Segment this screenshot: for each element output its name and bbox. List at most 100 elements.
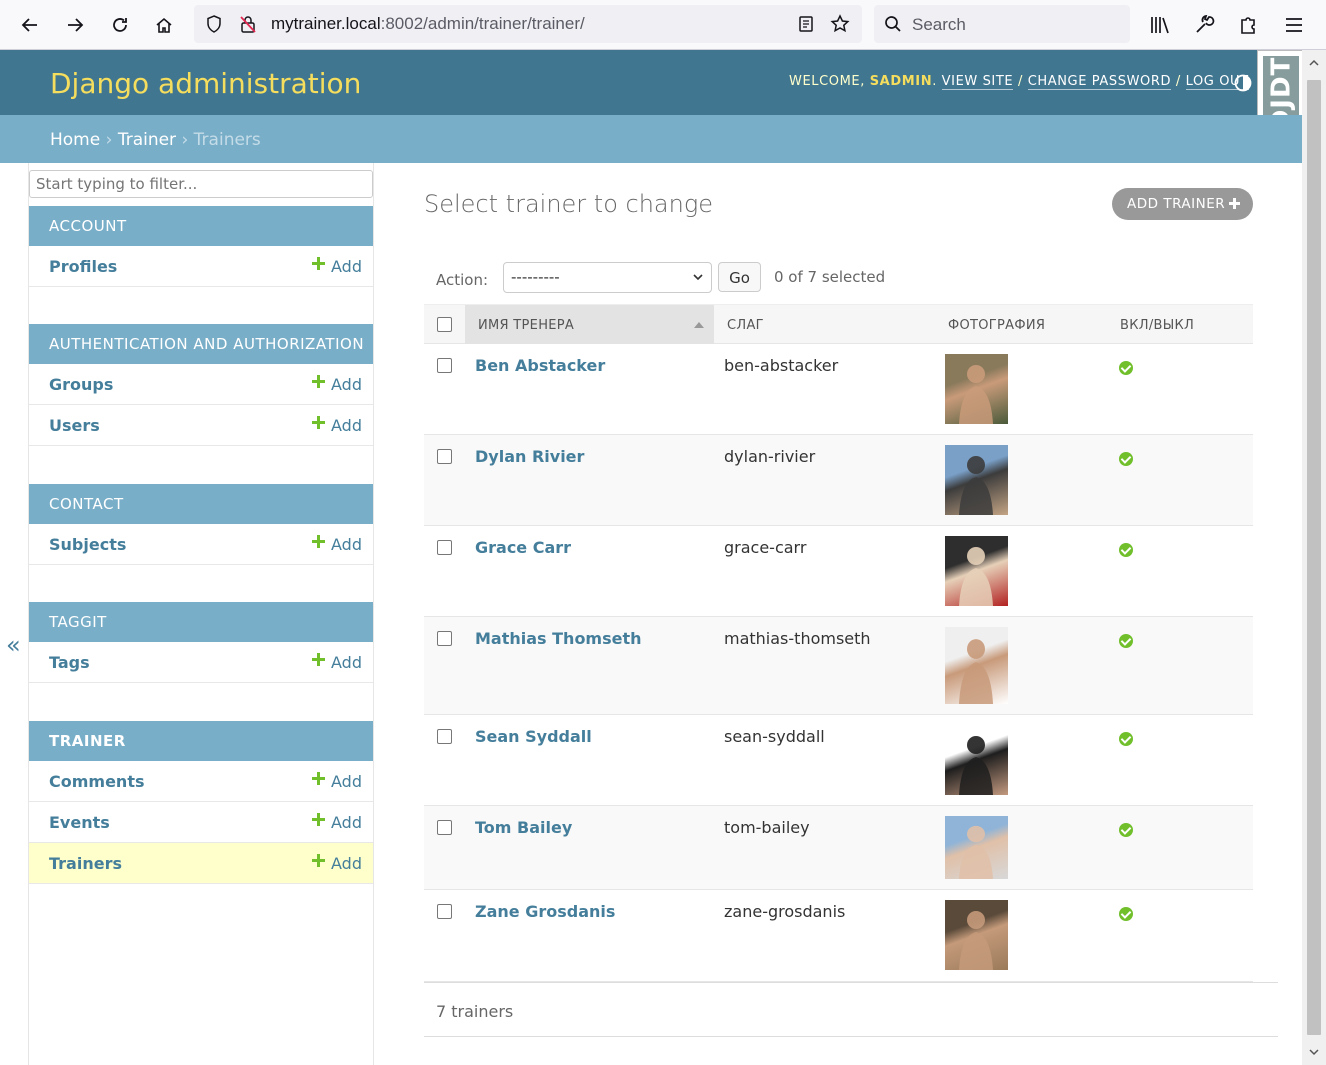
app-caption[interactable]: Taggit xyxy=(29,602,373,642)
sidebar-item-label[interactable]: Groups xyxy=(49,375,113,394)
home-icon[interactable] xyxy=(148,9,180,41)
browser-search-bar[interactable]: Search xyxy=(874,5,1130,43)
active-yes-icon xyxy=(1119,361,1133,375)
column-header-active: Вкл/Выкл xyxy=(1120,318,1195,333)
shield-icon[interactable] xyxy=(204,14,224,34)
action-select-value: --------- xyxy=(511,268,560,286)
search-icon xyxy=(885,16,901,32)
sidebar-add-link[interactable]: Add xyxy=(312,416,362,435)
row-select-checkbox[interactable] xyxy=(437,904,452,919)
view-site-link[interactable]: View site xyxy=(941,74,1014,90)
add-label: Add xyxy=(331,813,362,832)
sidebar-item-profiles[interactable]: Profiles Add xyxy=(29,246,373,287)
trainer-photo xyxy=(945,354,1008,424)
active-yes-icon xyxy=(1119,732,1133,746)
row-select-checkbox[interactable] xyxy=(437,449,452,464)
collapse-sidebar-icon[interactable]: « xyxy=(6,631,21,659)
app-caption[interactable]: Trainer xyxy=(29,721,373,761)
row-select-checkbox[interactable] xyxy=(437,358,452,373)
trainer-slug: zane-grosdanis xyxy=(724,902,846,921)
sidebar-item-label[interactable]: Users xyxy=(49,416,100,435)
row-select-checkbox[interactable] xyxy=(437,540,452,555)
forward-arrow-icon[interactable] xyxy=(59,9,91,41)
url-text[interactable]: mytrainer.local:8002/admin/trainer/train… xyxy=(271,14,585,34)
site-branding[interactable]: Django administration xyxy=(50,67,361,100)
scroll-down-icon[interactable] xyxy=(1309,1047,1319,1057)
scroll-up-icon[interactable] xyxy=(1309,58,1319,68)
sidebar-add-link[interactable]: Add xyxy=(312,854,362,873)
search-placeholder: Search xyxy=(912,15,966,34)
sidebar-item-events[interactable]: Events Add xyxy=(29,802,373,843)
sidebar-item-comments[interactable]: Comments Add xyxy=(29,761,373,802)
trainer-name-link[interactable]: Dylan Rivier xyxy=(475,447,584,466)
insecure-lock-icon[interactable] xyxy=(238,14,258,34)
sidebar-item-label[interactable]: Trainers xyxy=(49,854,122,873)
active-yes-icon xyxy=(1119,823,1133,837)
scrollbar-thumb[interactable] xyxy=(1307,80,1321,1035)
trainer-name-link[interactable]: Zane Grosdanis xyxy=(475,902,615,921)
breadcrumb-home[interactable]: Home xyxy=(50,130,100,150)
sidebar-item-trainers[interactable]: Trainers Add xyxy=(29,843,373,884)
sidebar-item-label[interactable]: Tags xyxy=(49,653,90,672)
column-header-name[interactable]: Имя тренера xyxy=(478,318,574,333)
app-caption[interactable]: Account xyxy=(29,206,373,246)
sidebar-item-tags[interactable]: Tags Add xyxy=(29,642,373,683)
sidebar-filter-input[interactable] xyxy=(29,170,373,198)
sort-ascending-icon[interactable] xyxy=(694,322,704,328)
page-title: Select trainer to change xyxy=(424,190,714,218)
nav-sidebar: Account Profiles Add Authentication and Aut… xyxy=(28,163,374,1065)
bookmark-star-icon[interactable] xyxy=(830,14,850,34)
library-icon[interactable] xyxy=(1147,12,1173,38)
trainer-photo xyxy=(945,536,1008,606)
add-trainer-button[interactable]: Add trainer xyxy=(1112,188,1253,220)
column-header-photo: Фотография xyxy=(948,318,1046,333)
go-button[interactable]: Go xyxy=(718,262,761,292)
trainer-name-link[interactable]: Tom Bailey xyxy=(475,818,572,837)
address-bar[interactable]: mytrainer.local:8002/admin/trainer/train… xyxy=(194,5,862,43)
sidebar-item-label[interactable]: Comments xyxy=(49,772,145,791)
sidebar-add-link[interactable]: Add xyxy=(312,375,362,394)
sidebar-item-label[interactable]: Profiles xyxy=(49,257,117,276)
extensions-icon[interactable] xyxy=(1236,12,1262,38)
trainer-name-link[interactable]: Grace Carr xyxy=(475,538,571,557)
row-select-checkbox[interactable] xyxy=(437,820,452,835)
hamburger-menu-icon[interactable] xyxy=(1281,12,1307,38)
page-scrollbar[interactable] xyxy=(1302,50,1326,1065)
wrench-icon[interactable] xyxy=(1191,12,1217,38)
sidebar-item-label[interactable]: Events xyxy=(49,813,110,832)
url-path: :8002/admin/trainer/trainer/ xyxy=(380,14,585,33)
app-caption[interactable]: Contact xyxy=(29,484,373,524)
sidebar-add-link[interactable]: Add xyxy=(312,535,362,554)
sidebar-item-users[interactable]: Users Add xyxy=(29,405,373,446)
trainer-name-link[interactable]: Mathias Thomseth xyxy=(475,629,642,648)
sidebar-add-link[interactable]: Add xyxy=(312,772,362,791)
trainer-name-link[interactable]: Ben Abstacker xyxy=(475,356,605,375)
action-select[interactable]: --------- xyxy=(503,262,712,293)
trainer-photo xyxy=(945,627,1008,704)
table-row: Dylan Rivier dylan-rivier xyxy=(424,435,1253,526)
action-counter: 0 of 7 selected xyxy=(774,268,886,286)
sidebar-add-link[interactable]: Add xyxy=(312,813,362,832)
plus-icon xyxy=(312,854,326,867)
select-all-checkbox[interactable] xyxy=(437,317,452,332)
theme-toggle-icon[interactable] xyxy=(1234,74,1252,92)
chevron-down-icon xyxy=(693,274,703,281)
sidebar-item-subjects[interactable]: Subjects Add xyxy=(29,524,373,565)
sidebar-item-label[interactable]: Subjects xyxy=(49,535,126,554)
breadcrumb-app[interactable]: Trainer xyxy=(118,130,176,150)
trainer-slug: grace-carr xyxy=(724,538,807,557)
sidebar-add-link[interactable]: Add xyxy=(312,257,362,276)
app-caption[interactable]: Authentication and Authorization xyxy=(29,324,373,364)
back-arrow-icon[interactable] xyxy=(14,9,46,41)
sidebar-add-link[interactable]: Add xyxy=(312,653,362,672)
change-password-link[interactable]: Change password xyxy=(1027,74,1172,90)
trainer-name-link[interactable]: Sean Syddall xyxy=(475,727,592,746)
active-yes-icon xyxy=(1119,452,1133,466)
trainer-slug: mathias-thomseth xyxy=(724,629,871,648)
sidebar-item-groups[interactable]: Groups Add xyxy=(29,364,373,405)
reader-view-icon[interactable] xyxy=(796,14,816,34)
row-select-checkbox[interactable] xyxy=(437,631,452,646)
trainer-slug: sean-syddall xyxy=(724,727,825,746)
reload-icon[interactable] xyxy=(104,9,136,41)
row-select-checkbox[interactable] xyxy=(437,729,452,744)
